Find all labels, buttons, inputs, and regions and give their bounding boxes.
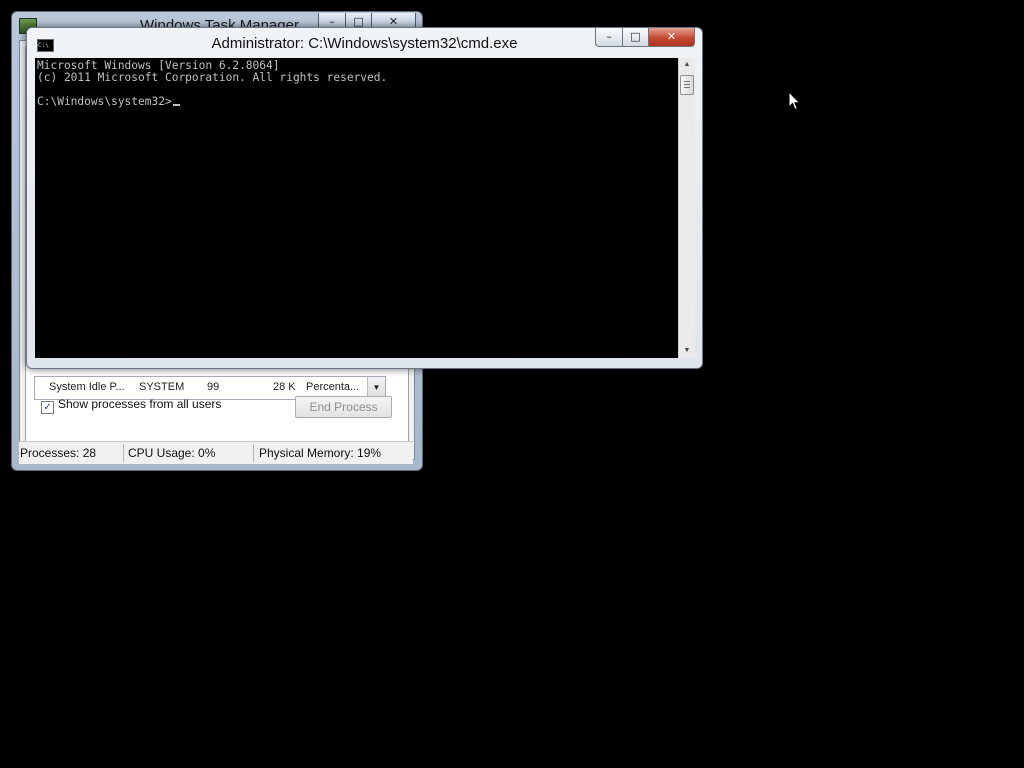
- show-all-processes-checkbox-row[interactable]: ✓ Show processes from all users: [41, 397, 221, 414]
- console-prompt-line: C:\Windows\system32>: [37, 96, 180, 108]
- text-cursor: [172, 104, 180, 106]
- end-process-button[interactable]: End Process: [295, 396, 392, 418]
- scroll-up-button[interactable]: ▲: [679, 58, 695, 72]
- process-user: SYSTEM: [139, 381, 185, 393]
- scroll-thumb[interactable]: [680, 75, 694, 95]
- console-vertical-scrollbar[interactable]: ▲ ▼: [678, 58, 695, 358]
- thumb-grip-line: [684, 87, 690, 88]
- console-output[interactable]: Microsoft Windows [Version 6.2.8064] (c)…: [35, 58, 678, 358]
- console-line: (c) 2011 Microsoft Corporation. All righ…: [37, 71, 388, 84]
- scroll-down-button[interactable]: ▼: [679, 344, 695, 358]
- task-manager-status-bar: Processes: 28 CPU Usage: 0% Physical Mem…: [19, 441, 413, 464]
- status-processes: Processes: 28: [20, 446, 97, 460]
- process-memory: 28 K: [273, 381, 296, 393]
- close-button[interactable]: ✕: [648, 28, 695, 47]
- cmd-window[interactable]: C:\ Administrator: C:\Windows\system32\c…: [26, 27, 703, 369]
- status-separator: [123, 444, 124, 462]
- process-cpu: 99: [207, 381, 220, 393]
- thumb-grip-line: [684, 81, 690, 82]
- console-prompt: C:\Windows\system32>: [37, 95, 172, 108]
- mouse-pointer-icon: [788, 91, 801, 111]
- status-separator: [253, 444, 254, 462]
- show-all-processes-label: Show processes from all users: [58, 397, 222, 411]
- show-all-processes-checkbox[interactable]: ✓: [41, 401, 54, 414]
- minimize-button[interactable]: –: [595, 28, 623, 47]
- status-physical-memory: Physical Memory: 19%: [259, 446, 382, 460]
- maximize-button[interactable]: □: [622, 28, 649, 47]
- status-cpu-usage: CPU Usage: 0%: [128, 446, 216, 460]
- process-description: Percenta...: [306, 381, 360, 393]
- thumb-grip-line: [684, 84, 690, 85]
- process-name: System Idle P...: [49, 381, 125, 393]
